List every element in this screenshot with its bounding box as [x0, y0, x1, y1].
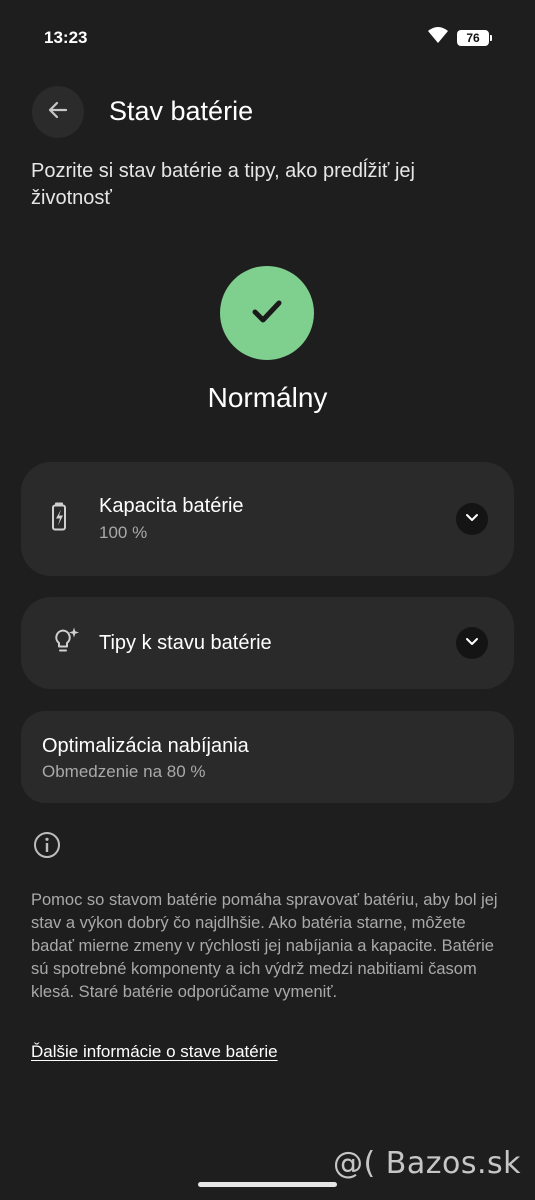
- battery-tips-card[interactable]: Tipy k stavu batérie: [21, 597, 514, 689]
- page-subtitle: Pozrite si stav batérie a tipy, ako pred…: [31, 160, 415, 209]
- info-description: Pomoc so stavom batérie pomáha spravovať…: [31, 891, 498, 1001]
- battery-capacity-title: Kapacita batérie: [99, 495, 244, 517]
- battery-level: 76: [466, 30, 480, 45]
- info-icon: [33, 831, 61, 864]
- battery-tips-title: Tipy k stavu batérie: [99, 632, 272, 654]
- charging-optimization-card[interactable]: Optimalizácia nabíjania Obmedzenie na 80…: [21, 711, 514, 803]
- expand-capacity-button[interactable]: [456, 503, 488, 535]
- learn-more-link[interactable]: Ďalšie informácie o stave batérie: [31, 1042, 278, 1062]
- battery-capacity-card[interactable]: Kapacita batérie 100 %: [21, 462, 514, 576]
- battery-icon: 76: [457, 29, 492, 46]
- expand-tips-button[interactable]: [456, 627, 488, 659]
- charging-optimization-title: Optimalizácia nabíjania: [42, 735, 249, 757]
- checkmark-icon: [247, 291, 287, 336]
- chevron-down-icon: [464, 633, 480, 654]
- status-bar: 13:23 76: [0, 24, 535, 52]
- arrow-back-icon: [46, 98, 70, 127]
- status-icons: 76: [427, 26, 492, 49]
- home-indicator[interactable]: [198, 1182, 337, 1187]
- lightbulb-icon: [51, 626, 81, 661]
- health-status-indicator: [220, 266, 314, 360]
- back-button[interactable]: [32, 86, 84, 138]
- chevron-down-icon: [464, 509, 480, 530]
- health-status-label: Normálny: [207, 382, 328, 413]
- battery-icon: [51, 502, 71, 537]
- battery-capacity-value: 100 %: [99, 523, 148, 542]
- charging-optimization-value: Obmedzenie na 80 %: [42, 762, 206, 781]
- page-title: Stav batérie: [109, 96, 254, 126]
- status-time: 13:23: [44, 28, 88, 47]
- watermark: @( Bazos.sk: [333, 1146, 521, 1181]
- wifi-icon: [427, 26, 449, 49]
